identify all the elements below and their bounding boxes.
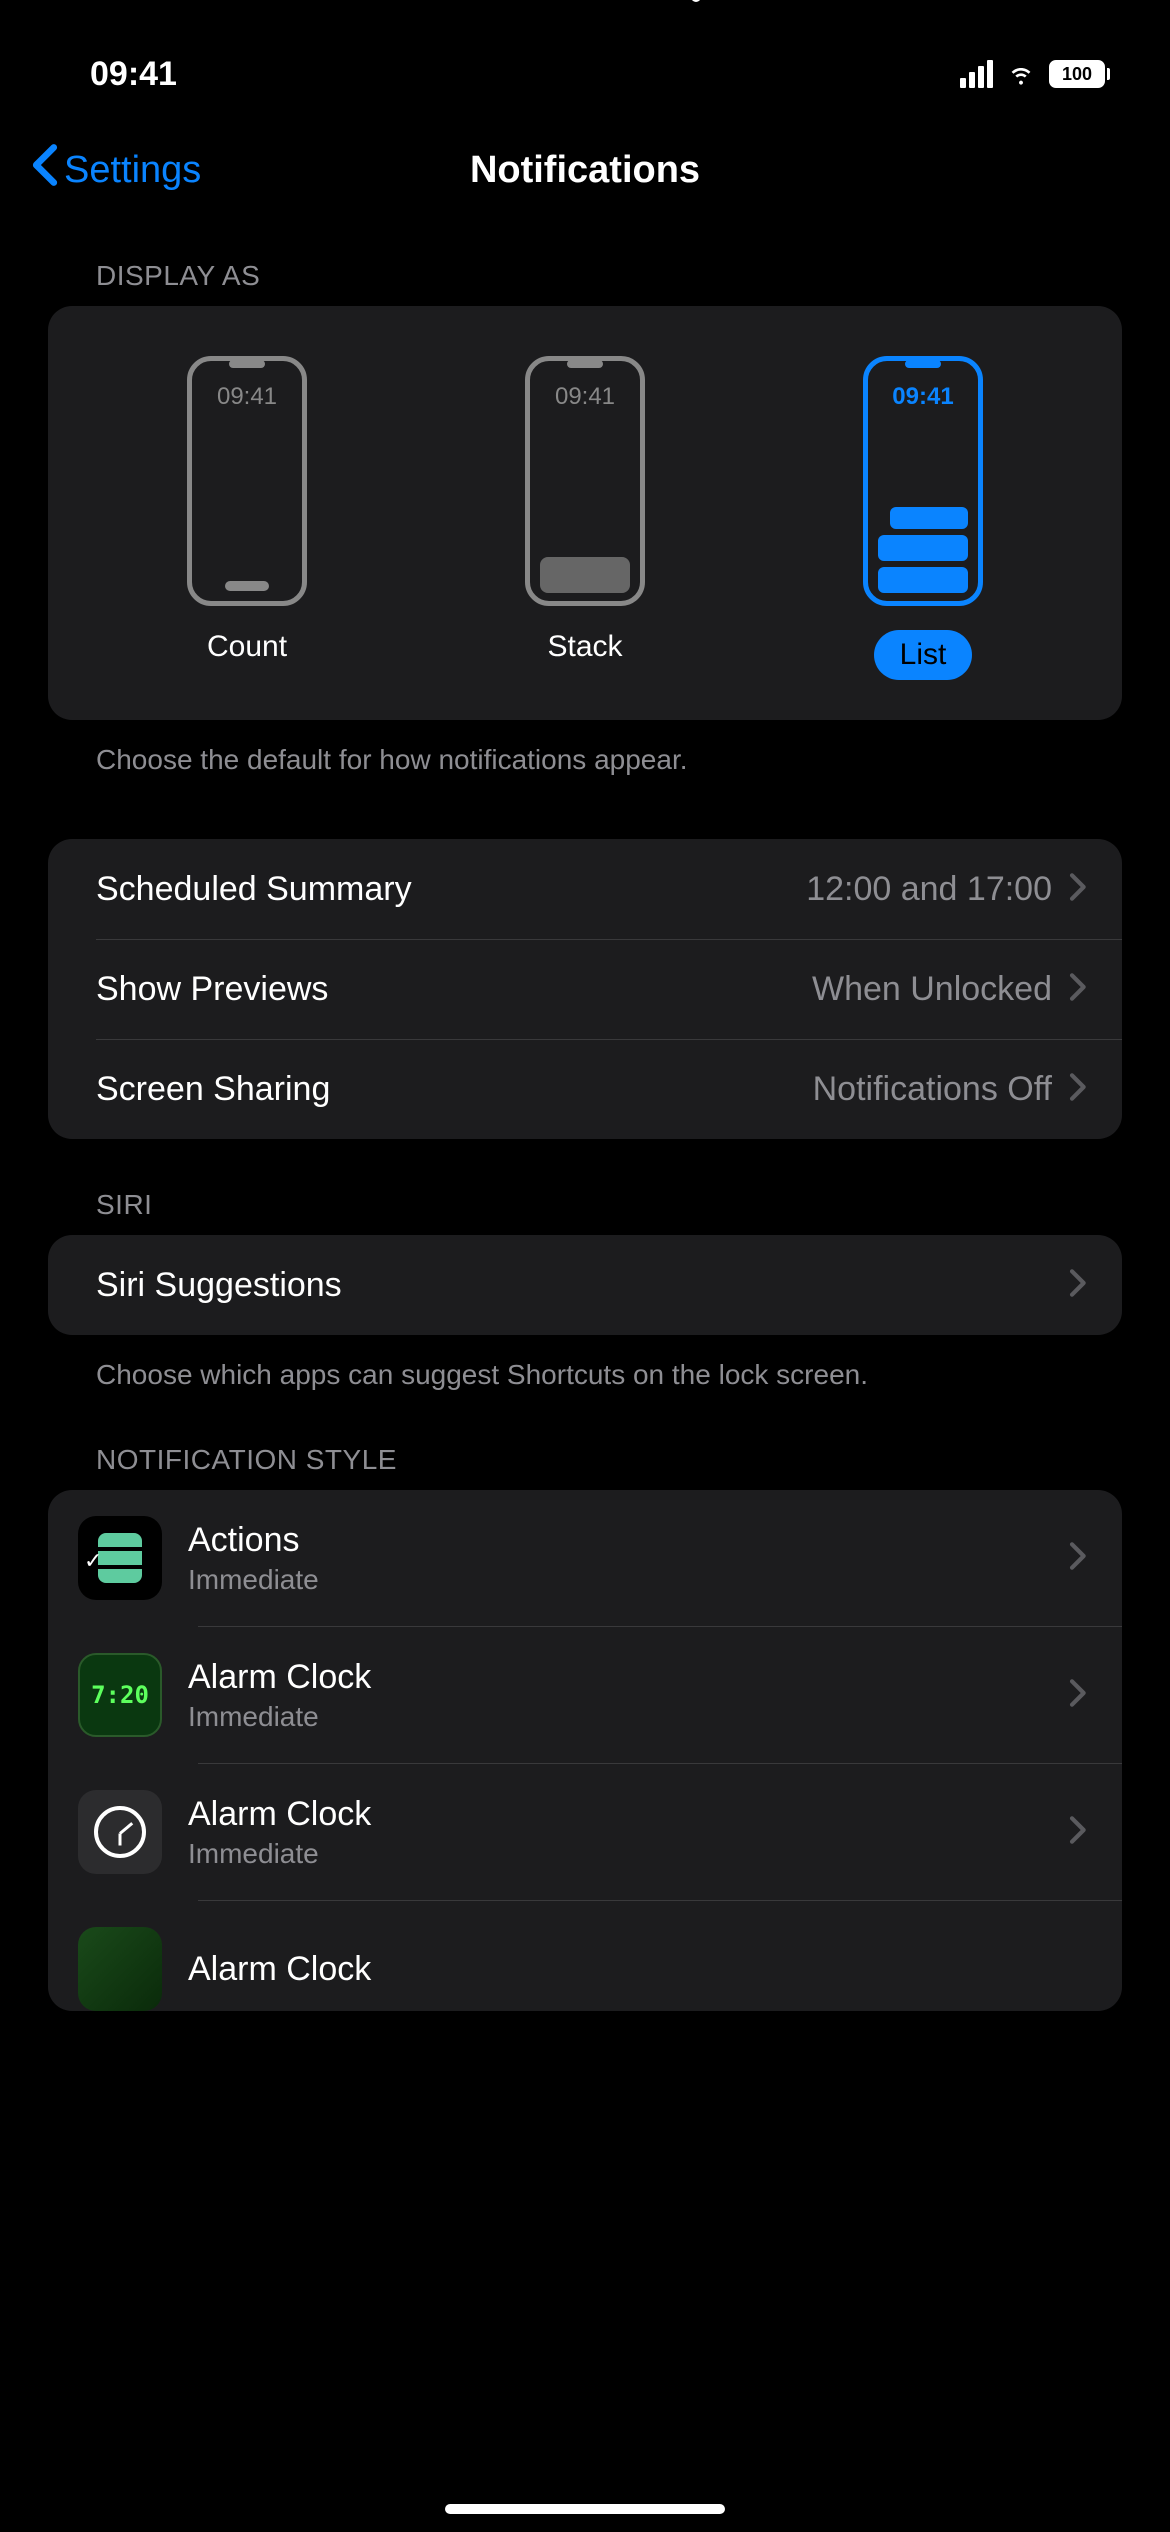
app-subtitle: Immediate <box>188 1564 1042 1596</box>
settings-card: Scheduled Summary 12:00 and 17:00 Show P… <box>48 839 1122 1139</box>
option-label-stack: Stack <box>547 630 622 664</box>
option-label-list: List <box>874 630 973 680</box>
status-icons: 100 <box>960 56 1110 93</box>
app-icon-alarm-clock: 7:20 <box>78 1653 162 1737</box>
battery-icon: 100 <box>1049 60 1110 88</box>
notification-style-header: NOTIFICATION STYLE <box>0 1394 1170 1490</box>
display-as-footer: Choose the default for how notifications… <box>0 720 1170 779</box>
display-option-list[interactable]: 09:41 List <box>754 356 1092 680</box>
chevron-right-icon <box>1068 1541 1086 1576</box>
siri-footer: Choose which apps can suggest Shortcuts … <box>0 1335 1170 1394</box>
wifi-icon <box>1005 56 1037 93</box>
row-title: Scheduled Summary <box>96 870 412 909</box>
app-icon-actions: ✓ <box>78 1516 162 1600</box>
app-name: Alarm Clock <box>188 1950 1086 1989</box>
row-value: Notifications Off <box>813 1070 1052 1109</box>
row-show-previews[interactable]: Show Previews When Unlocked <box>96 939 1122 1039</box>
app-name: Actions <box>188 1521 1042 1560</box>
app-name: Alarm Clock <box>188 1658 1042 1697</box>
chevron-right-icon <box>1068 1268 1086 1303</box>
display-as-card: 09:41 Count 09:41 Stack 09:41 <box>48 306 1122 720</box>
cellular-signal-icon <box>960 60 993 88</box>
chevron-right-icon <box>1068 1072 1086 1107</box>
app-subtitle: Immediate <box>188 1838 1042 1870</box>
row-value: 12:00 and 17:00 <box>806 870 1052 909</box>
chevron-right-icon <box>1068 1678 1086 1713</box>
app-row-alarm-clock-3[interactable]: Alarm Clock <box>48 1901 1122 2011</box>
app-row-alarm-clock-2[interactable]: Alarm Clock Immediate <box>48 1764 1122 1900</box>
row-screen-sharing[interactable]: Screen Sharing Notifications Off <box>96 1039 1122 1139</box>
row-title: Siri Suggestions <box>96 1266 342 1305</box>
siri-card: Siri Suggestions <box>48 1235 1122 1335</box>
phone-preview-list: 09:41 <box>863 356 983 606</box>
back-button[interactable]: Settings <box>30 143 201 197</box>
display-option-stack[interactable]: 09:41 Stack <box>416 356 754 680</box>
phone-preview-stack: 09:41 <box>525 356 645 606</box>
row-scheduled-summary[interactable]: Scheduled Summary 12:00 and 17:00 <box>48 839 1122 939</box>
row-title: Screen Sharing <box>96 1070 330 1109</box>
row-value: When Unlocked <box>812 970 1052 1009</box>
row-title: Show Previews <box>96 970 328 1009</box>
display-as-header: DISPLAY AS <box>0 230 1170 306</box>
status-bar: 09:41 100 <box>0 0 1170 120</box>
page-title: Notifications <box>470 149 700 192</box>
app-row-alarm-clock-1[interactable]: 7:20 Alarm Clock Immediate <box>48 1627 1122 1763</box>
option-label-count: Count <box>207 630 287 664</box>
notification-style-card: ✓ Actions Immediate 7:20 Alarm Clock Imm… <box>48 1490 1122 2011</box>
phone-preview-count: 09:41 <box>187 356 307 606</box>
app-name: Alarm Clock <box>188 1795 1042 1834</box>
chevron-right-icon <box>1068 972 1086 1007</box>
app-row-actions[interactable]: ✓ Actions Immediate <box>48 1490 1122 1626</box>
display-option-count[interactable]: 09:41 Count <box>78 356 416 680</box>
row-siri-suggestions[interactable]: Siri Suggestions <box>48 1235 1122 1335</box>
navigation-bar: Settings Notifications <box>0 120 1170 230</box>
app-icon-alarm-clock <box>78 1927 162 2011</box>
chevron-right-icon <box>1068 872 1086 907</box>
chevron-right-icon <box>1068 1815 1086 1850</box>
status-time: 09:41 <box>90 55 177 94</box>
siri-header: SIRI <box>0 1139 1170 1235</box>
back-label: Settings <box>64 149 201 192</box>
app-subtitle: Immediate <box>188 1701 1042 1733</box>
home-indicator[interactable] <box>445 2504 725 2514</box>
app-icon-alarm-clock <box>78 1790 162 1874</box>
chevron-left-icon <box>30 143 60 197</box>
